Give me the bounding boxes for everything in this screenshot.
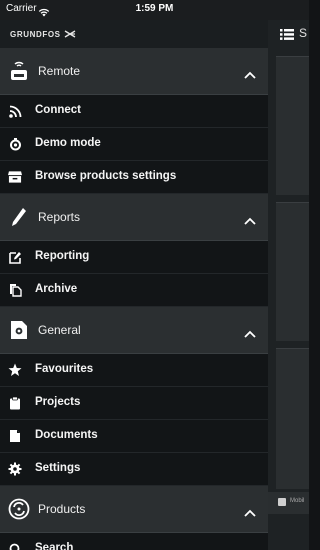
close-icon[interactable]: [278, 498, 286, 506]
menu-item-label: Settings: [35, 462, 81, 474]
menu-item-browse-products-settings[interactable]: Browse products settings: [0, 161, 268, 194]
brand-bar: GRUNDFOS: [0, 20, 268, 48]
main-footer: Mobil: [268, 492, 309, 514]
menu-item-connect[interactable]: Connect: [0, 95, 268, 128]
gear-icon: [8, 462, 22, 476]
menu-item-projects[interactable]: Projects: [0, 387, 268, 420]
archive-box-icon: [8, 170, 22, 184]
search-icon: [8, 542, 22, 550]
grundfos-logo: GRUNDFOS: [10, 30, 76, 39]
remote-icon: [8, 57, 30, 85]
menu-item-label: Archive: [35, 283, 78, 295]
edit-icon: [8, 250, 22, 264]
section-label: Products: [38, 502, 86, 516]
section-label: Remote: [38, 64, 81, 78]
menu-item-favourites[interactable]: Favourites: [0, 354, 268, 387]
menu-item-reporting[interactable]: Reporting: [0, 241, 268, 274]
section-label: Reports: [38, 210, 81, 224]
menu-item-demo-mode[interactable]: Demo mode: [0, 128, 268, 161]
chevron-up-icon[interactable]: [244, 212, 256, 230]
main-content: S Mobil: [268, 20, 309, 550]
menu-item-label: Documents: [35, 429, 98, 441]
demo-icon: [8, 137, 22, 151]
menu-item-label: Demo mode: [35, 137, 101, 149]
gear-document-icon: [8, 316, 30, 344]
menu-item-search[interactable]: Search: [0, 533, 268, 550]
chevron-up-icon[interactable]: [244, 66, 256, 84]
products-icon: [8, 495, 30, 523]
status-bar: Carrier 1:59 PM: [0, 0, 309, 20]
footer-text: Mobil: [290, 498, 305, 504]
menu-item-label: Favourites: [35, 363, 94, 375]
content-tile[interactable]: [276, 348, 309, 489]
menu-item-label: Reporting: [35, 250, 90, 262]
menu-item-documents[interactable]: Documents: [0, 420, 268, 453]
section-label: General: [38, 323, 81, 337]
section-header-products[interactable]: Products: [0, 486, 268, 533]
section-header-reports[interactable]: Reports: [0, 194, 268, 241]
main-toolbar: S: [268, 20, 309, 45]
navigation-drawer: GRUNDFOS Remote Connect Demo mode Browse…: [0, 20, 268, 550]
rss-icon: [8, 104, 22, 118]
chevron-up-icon[interactable]: [244, 325, 256, 343]
menu-item-label: Projects: [35, 396, 81, 408]
clipboard-icon: [8, 396, 22, 410]
document-icon: [8, 429, 22, 443]
content-tile[interactable]: [276, 56, 309, 195]
menu-item-archive[interactable]: Archive: [0, 274, 268, 307]
status-time: 1:59 PM: [135, 3, 174, 14]
pencil-icon: [8, 203, 30, 231]
star-icon: [8, 363, 22, 377]
menu-item-label: Connect: [35, 104, 81, 116]
content-tile[interactable]: [276, 202, 309, 341]
copy-icon: [8, 283, 22, 297]
grundfos-x-icon: [64, 30, 75, 38]
section-header-remote[interactable]: Remote: [0, 48, 268, 95]
menu-item-label: Search: [35, 542, 74, 550]
section-header-general[interactable]: General: [0, 307, 268, 354]
main-title: S: [299, 26, 308, 40]
menu-item-label: Browse products settings: [35, 170, 177, 182]
chevron-up-icon[interactable]: [244, 504, 256, 522]
list-menu-icon[interactable]: [280, 27, 294, 45]
menu-item-settings[interactable]: Settings: [0, 453, 268, 486]
